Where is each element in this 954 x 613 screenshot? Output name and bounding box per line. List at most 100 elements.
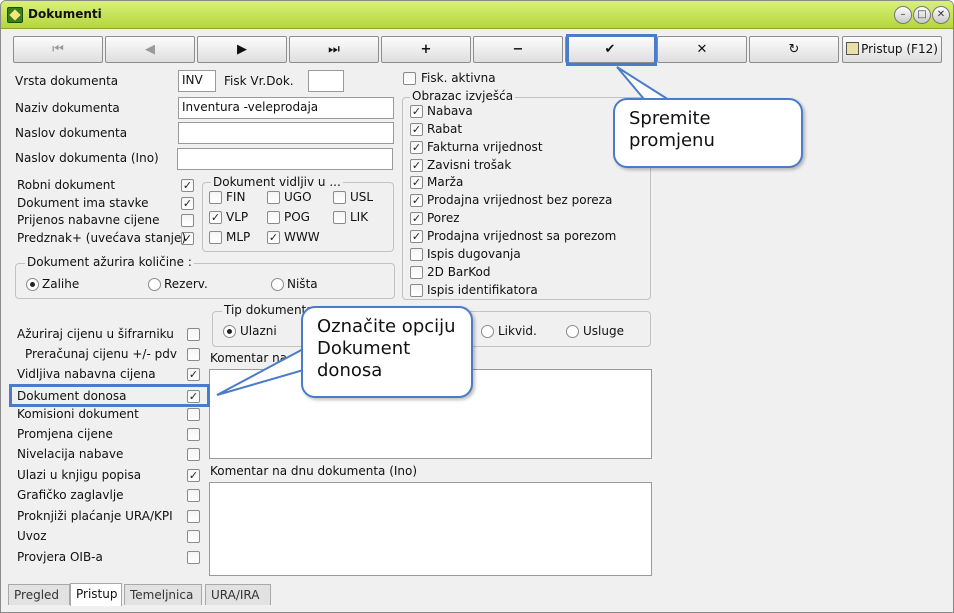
report-zavisni-trosak-checkbox[interactable]: ✓ — [410, 159, 423, 172]
left-robni-dokument-label: Robni dokument — [17, 178, 116, 192]
close-icon[interactable]: ✕ — [932, 6, 950, 24]
report-prodajna-vrijednost-sa-porezom-checkbox[interactable]: ✓ — [410, 230, 423, 243]
report-nabava-label: Nabava — [427, 104, 473, 118]
doc-title-label: Naslov dokumenta — [15, 126, 128, 140]
tab-pregled[interactable]: Pregled — [8, 584, 70, 605]
lower-azuriraj-cijenu-u-sifrarniku-label: Ažuriraj cijenu u šifrarniku — [17, 327, 174, 341]
lower-ulazi-u-knjigu-popisa-checkbox[interactable]: ✓ — [187, 469, 200, 482]
refresh-button[interactable]: ↻ — [749, 36, 839, 63]
qty-zalihe-label: Zalihe — [42, 277, 80, 291]
previous-record-button[interactable]: ◀ — [105, 36, 195, 63]
visibility-group-title: Dokument vidljiv u ... — [211, 175, 343, 189]
comment-bottom-textarea[interactable] — [209, 482, 652, 576]
app-icon — [7, 7, 23, 23]
doc-title-ino-input[interactable] — [177, 148, 393, 170]
visible-vlp-label: VLP — [226, 210, 249, 224]
report-group-title: Obrazac izvješća — [410, 89, 516, 103]
doctype-usluge-radio[interactable] — [566, 325, 579, 338]
report-ispis-identifikatora-checkbox[interactable] — [410, 284, 423, 297]
report-2d-barkod-checkbox[interactable] — [410, 266, 423, 279]
title-bar[interactable]: Dokumenti – □ ✕ — [1, 1, 953, 29]
fisk-active-checkbox[interactable] — [403, 72, 416, 85]
lower-proknjizi-placanje-ura-kpi-checkbox[interactable] — [187, 510, 200, 523]
doc-name-input[interactable]: Inventura -veleprodaja — [178, 97, 394, 119]
visible-pog-checkbox[interactable] — [267, 211, 280, 224]
first-record-button[interactable]: ⏮ — [13, 36, 103, 63]
lower-preracunaj-cijenu-pdv-checkbox[interactable] — [187, 348, 200, 361]
dokumenti-window: Dokumenti – □ ✕ ⏮ ◀ ▶ ⏭ + − ✔ ✕ ↻ Pristu… — [0, 0, 954, 613]
report-fakturna-vrijednost-checkbox[interactable]: ✓ — [410, 141, 423, 154]
left-dokument-ima-stavke-checkbox[interactable]: ✓ — [181, 197, 194, 210]
lower-azuriraj-cijenu-u-sifrarniku-checkbox[interactable] — [187, 328, 200, 341]
doctype-likvid-radio[interactable] — [481, 325, 494, 338]
mark-option-callout: Označite opciju Dokument donosa — [301, 306, 473, 398]
access-button[interactable]: Pristup (F12) — [842, 36, 942, 63]
lower-ulazi-u-knjigu-popisa-label: Ulazi u knjigu popisa — [17, 468, 142, 482]
doctype-likvid-label: Likvid. — [498, 324, 537, 338]
visible-usl-checkbox[interactable] — [333, 191, 346, 204]
qty-rezerv-radio[interactable] — [148, 278, 161, 291]
visible-www-label: WWW — [284, 230, 320, 244]
lower-provjera-oib-a-label: Provjera OIB-a — [17, 550, 103, 564]
doc-title-ino-label: Naslov dokumenta (Ino) — [15, 151, 159, 165]
tab-temeljnica[interactable]: Temeljnica — [124, 584, 202, 605]
report-ispis-dugovanja-label: Ispis dugovanja — [427, 247, 521, 261]
visible-fin-label: FIN — [226, 190, 246, 204]
report-ispis-identifikatora-label: Ispis identifikatora — [427, 283, 538, 297]
report-porez-checkbox[interactable]: ✓ — [410, 212, 423, 225]
visible-ugo-checkbox[interactable] — [267, 191, 280, 204]
minimize-icon[interactable]: – — [894, 6, 912, 24]
report-rabat-checkbox[interactable]: ✓ — [410, 123, 423, 136]
visible-mlp-checkbox[interactable] — [209, 231, 222, 244]
cancel-button[interactable]: ✕ — [657, 36, 747, 63]
last-record-button[interactable]: ⏭ — [289, 36, 379, 63]
comment-top-label: Komentar na d — [210, 351, 299, 365]
doctype-usluge-label: Usluge — [583, 324, 624, 338]
report-prodajna-vrijednost-bez-poreza-checkbox[interactable]: ✓ — [410, 194, 423, 207]
tab-ura-ira[interactable]: URA/IRA — [205, 584, 271, 605]
visible-fin-checkbox[interactable] — [209, 191, 222, 204]
report-nabava-checkbox[interactable]: ✓ — [410, 105, 423, 118]
lower-promjena-cijene-checkbox[interactable] — [187, 428, 200, 441]
dokument-donosa-highlight — [9, 384, 210, 407]
visible-mlp-label: MLP — [226, 230, 251, 244]
visible-lik-checkbox[interactable] — [333, 211, 346, 224]
doc-type-input[interactable]: INV — [178, 70, 216, 92]
visible-pog-label: POG — [284, 210, 310, 224]
access-icon — [846, 42, 860, 55]
doctype-ulazni-label: Ulazni — [240, 324, 277, 338]
report-prodajna-vrijednost-bez-poreza-label: Prodajna vrijednost bez poreza — [427, 193, 613, 207]
fisk-doc-type-input[interactable] — [308, 70, 344, 92]
left-prijenos-nabavne-cijene-checkbox[interactable] — [181, 214, 194, 227]
lower-vidljiva-nabavna-cijena-checkbox[interactable]: ✓ — [187, 368, 200, 381]
add-button[interactable]: + — [381, 36, 471, 63]
left-dokument-ima-stavke-label: Dokument ima stavke — [17, 196, 149, 210]
report-ispis-dugovanja-checkbox[interactable] — [410, 248, 423, 261]
lower-komisioni-dokument-checkbox[interactable] — [187, 408, 200, 421]
qty-nista-radio[interactable] — [271, 278, 284, 291]
visible-www-checkbox[interactable]: ✓ — [267, 231, 280, 244]
lower-nivelacija-nabave-checkbox[interactable] — [187, 448, 200, 461]
report-porez-label: Porez — [427, 211, 460, 225]
doc-title-input[interactable] — [178, 122, 394, 144]
lower-graficko-zaglavlje-checkbox[interactable] — [187, 489, 200, 502]
maximize-icon[interactable]: □ — [913, 6, 931, 24]
visible-vlp-checkbox[interactable]: ✓ — [209, 211, 222, 224]
lower-provjera-oib-a-checkbox[interactable] — [187, 551, 200, 564]
tab-pristup[interactable]: Pristup — [70, 583, 122, 606]
report-marza-label: Marža — [427, 175, 464, 189]
save-highlight — [566, 34, 657, 66]
lower-uvoz-checkbox[interactable] — [187, 530, 200, 543]
left-robni-dokument-checkbox[interactable]: ✓ — [181, 179, 194, 192]
fisk-doc-type-label: Fisk Vr.Dok. — [224, 74, 294, 88]
access-button-label: Pristup (F12) — [861, 42, 938, 56]
delete-button[interactable]: − — [473, 36, 563, 63]
left-prijenos-nabavne-cijene-label: Prijenos nabavne cijene — [17, 213, 160, 227]
doc-type-label: Vrsta dokumenta — [15, 74, 119, 88]
save-callout: Spremite promjenu — [613, 98, 803, 168]
visible-usl-label: USL — [350, 190, 374, 204]
doctype-ulazni-radio[interactable] — [223, 325, 236, 338]
next-record-button[interactable]: ▶ — [197, 36, 287, 63]
report-marza-checkbox[interactable]: ✓ — [410, 176, 423, 189]
qty-zalihe-radio[interactable] — [26, 278, 39, 291]
